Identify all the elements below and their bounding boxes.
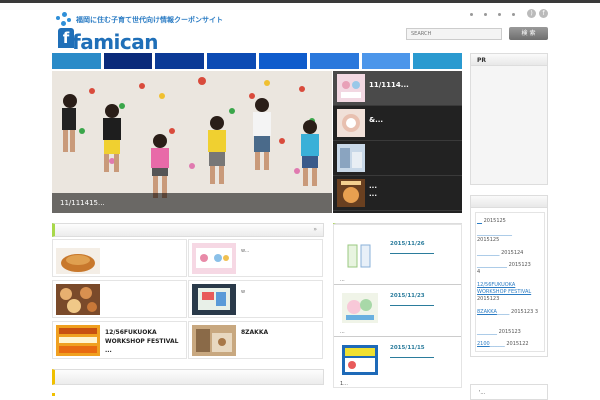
feature-card[interactable]: w...: [188, 239, 323, 277]
nav-item[interactable]: [52, 53, 101, 69]
feature-card[interactable]: [52, 239, 187, 277]
news-title-link[interactable]: [390, 253, 434, 254]
slider-thumb[interactable]: &...: [333, 106, 462, 141]
sidebar-link[interactable]: __: [477, 218, 482, 224]
news-item[interactable]: 2015/11/15 1...: [334, 339, 461, 389]
sidebar-extra: 4: [477, 269, 481, 275]
feature-sub: w...: [241, 248, 250, 254]
site-logo[interactable]: f 福岡に住む子育て世代向け情報クーポンサイト famican: [54, 10, 223, 54]
sidebar-pr: PR: [470, 53, 548, 185]
search-button[interactable]: 検 索: [509, 27, 548, 40]
feature-image: [56, 243, 100, 274]
sidebar-date: 2015122: [506, 341, 529, 347]
sidebar-date: 2015123: [511, 309, 534, 315]
pagination-dots: [470, 11, 526, 18]
facebook-icon[interactable]: f: [539, 9, 548, 18]
feature-title: w...: [241, 246, 249, 256]
sidebar-recent: __ 2015125 ______________ 2015125 _______…: [470, 195, 548, 357]
news-image: [342, 293, 378, 323]
features-header: »: [52, 223, 324, 237]
feature-title: w: [241, 287, 245, 297]
thumb-image: [337, 179, 365, 207]
news-list: 2015/11/26 ... 2015/11/23 ... 2015/11/15…: [333, 224, 462, 388]
feature-title: 8ZAKKA: [241, 329, 269, 336]
sidebar-list-item[interactable]: ________ 2015123: [477, 329, 539, 336]
nav-item[interactable]: [206, 53, 256, 69]
sidebar-link[interactable]: 8ZAKKA: [477, 309, 497, 315]
main-slider[interactable]: 11/111415...: [52, 71, 332, 213]
sidebar-extra: 3: [534, 309, 539, 315]
nav-item[interactable]: [361, 53, 411, 69]
sidebar-link[interactable]: 12/56FUKUOKA WORKSHOP FESTIVAL: [477, 282, 531, 295]
sidebar-list-item[interactable]: 8ZAKKA_____ 2015123 3: [477, 309, 539, 316]
news-excerpt: ...: [340, 277, 345, 283]
bottom-section-header: [52, 369, 324, 385]
news-date: 2015/11/23: [390, 293, 425, 299]
site-tagline: 福岡に住む子育て世代向け情報クーポンサイト: [76, 16, 223, 24]
search-input[interactable]: [406, 28, 502, 40]
sidebar-bottom: '...: [470, 384, 548, 400]
logo-text: famican: [72, 30, 158, 54]
feature-card[interactable]: 12/56FUKUOKA WORKSHOP FESTIVAL ...: [52, 321, 187, 359]
thumb-image: [337, 74, 365, 102]
slider-thumb[interactable]: ... ...: [333, 176, 462, 211]
thumb-title: ... ...: [369, 182, 377, 198]
nav-item[interactable]: [310, 53, 359, 69]
feature-image: [192, 243, 236, 274]
sidebar-list-item[interactable]: 12/56FUKUOKA WORKSHOP FESTIVAL 2015123: [477, 282, 539, 303]
thumb-image: [337, 109, 365, 137]
nav-item[interactable]: [413, 53, 462, 69]
sidebar-list-item[interactable]: __ 2015125: [477, 218, 539, 225]
slider-photo: [52, 71, 332, 213]
feature-card[interactable]: [52, 280, 187, 318]
global-nav: [52, 53, 462, 69]
feature-sub: w: [241, 289, 246, 295]
sidebar-list-item[interactable]: 2100______ 2015122: [477, 341, 539, 348]
more-arrow[interactable]: »: [313, 226, 317, 233]
news-item[interactable]: 2015/11/26 ...: [334, 235, 461, 285]
nav-item[interactable]: [103, 53, 153, 69]
feature-card[interactable]: 8ZAKKA: [188, 321, 323, 359]
sidebar-list-item[interactable]: _________ 2015124: [477, 250, 539, 257]
nav-item[interactable]: [155, 53, 204, 69]
bottom-marker: [52, 393, 55, 396]
news-title-link[interactable]: [390, 357, 434, 358]
news-date: 2015/11/15: [390, 345, 425, 351]
slider-caption[interactable]: 11/111415...: [52, 193, 332, 213]
sidebar-date: 2015124: [501, 250, 524, 256]
sidebar-date: 2015123: [498, 329, 521, 335]
feature-image: [56, 284, 100, 315]
nav-item[interactable]: [258, 53, 308, 69]
feature-card[interactable]: w: [188, 280, 323, 318]
top-bar: [0, 0, 600, 3]
news-image: [342, 241, 378, 271]
news-excerpt: 1...: [340, 381, 348, 387]
sidebar-pr-title: PR: [471, 54, 547, 66]
news-item[interactable]: 2015/11/23 ...: [334, 287, 461, 337]
sidebar-date: 2015123: [477, 296, 500, 302]
slider-thumb[interactable]: 11/1114...: [333, 71, 462, 106]
sidebar-date: 2015123: [508, 262, 531, 268]
slider-thumb[interactable]: [333, 141, 462, 176]
rss-icon[interactable]: ): [527, 9, 536, 18]
slider-thumbnails: 11/1114... &... ... ...: [333, 71, 462, 213]
sidebar-list-item[interactable]: ____________ 2015123 4: [477, 262, 539, 276]
news-excerpt: ...: [340, 329, 345, 335]
news-image: [342, 345, 378, 375]
news-date: 2015/11/26: [390, 241, 425, 247]
sidebar-recent-header: [471, 196, 547, 208]
sidebar-list-item[interactable]: ______________ 2015125: [477, 230, 539, 244]
feature-title: 12/56FUKUOKA WORKSHOP FESTIVAL ...: [105, 329, 179, 354]
sidebar-date: 2015125: [477, 237, 500, 243]
thumb-image: [337, 144, 365, 172]
thumb-title: 11/1114...: [369, 81, 409, 89]
thumb-title: &...: [369, 116, 384, 124]
news-title-link[interactable]: [390, 305, 434, 306]
feature-image: [192, 284, 236, 315]
sidebar-link[interactable]: 2100: [477, 341, 490, 347]
feature-image: [192, 325, 236, 356]
sidebar-date: 2015125: [483, 218, 506, 224]
feature-image: [56, 325, 100, 356]
